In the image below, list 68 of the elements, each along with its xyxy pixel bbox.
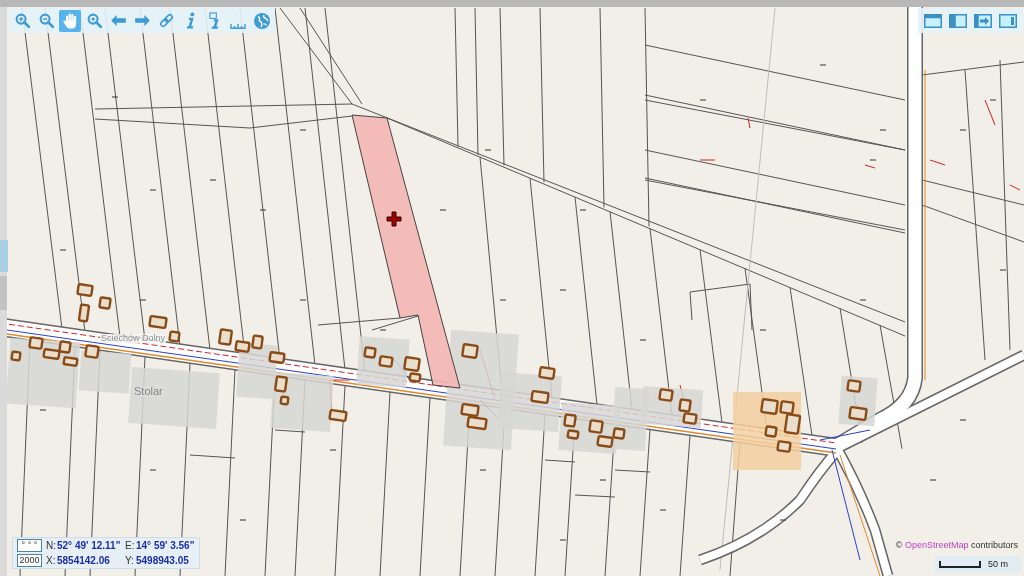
zoom-out-icon bbox=[38, 13, 54, 28]
globe-icon bbox=[254, 12, 270, 29]
scale-label: 50 m bbox=[988, 560, 1008, 569]
coordinate-format-button[interactable]: 2000 bbox=[17, 554, 42, 567]
right-panel-icon bbox=[999, 13, 1017, 28]
ruler-icon bbox=[230, 22, 246, 29]
building bbox=[58, 340, 72, 354]
building bbox=[268, 350, 286, 365]
building bbox=[596, 434, 614, 449]
info-box-icon bbox=[208, 12, 220, 29]
building bbox=[846, 379, 862, 393]
building bbox=[62, 355, 79, 368]
coordinate-axis-label: E: bbox=[125, 540, 136, 551]
building bbox=[279, 395, 290, 406]
building bbox=[84, 344, 100, 359]
building bbox=[759, 397, 780, 416]
link-icon bbox=[158, 13, 174, 28]
building bbox=[98, 296, 112, 310]
info-icon bbox=[185, 12, 195, 29]
arrow-left-icon bbox=[110, 15, 126, 26]
attribution-text: © OpenStreetMap contributors bbox=[895, 541, 1018, 550]
cross-marker-icon bbox=[386, 211, 402, 227]
building bbox=[28, 336, 44, 350]
place-label: Stolar bbox=[133, 386, 164, 397]
building bbox=[217, 328, 234, 346]
building bbox=[42, 347, 61, 361]
building bbox=[76, 282, 94, 298]
coordinate-axis-label: Y: bbox=[125, 555, 135, 566]
building bbox=[566, 429, 580, 440]
coordinate-format-button[interactable]: ° ° ° bbox=[17, 539, 42, 552]
building bbox=[658, 388, 674, 402]
building bbox=[77, 303, 91, 323]
building bbox=[682, 412, 698, 425]
building bbox=[234, 339, 251, 354]
building bbox=[764, 425, 778, 438]
zoom-in-icon bbox=[14, 13, 30, 28]
scale-bar bbox=[939, 561, 981, 568]
hand-icon bbox=[62, 12, 78, 29]
left-panel-icon bbox=[949, 13, 967, 28]
building bbox=[588, 419, 604, 434]
building bbox=[678, 398, 692, 413]
panel-handle[interactable] bbox=[0, 276, 7, 310]
arrow-right-icon bbox=[134, 15, 150, 26]
building bbox=[538, 365, 556, 381]
top-panel-icon bbox=[924, 13, 942, 28]
coordinate-value: 5854142.06 bbox=[57, 555, 111, 566]
building bbox=[848, 405, 868, 422]
building bbox=[776, 440, 792, 453]
building bbox=[466, 415, 488, 431]
coordinate-axis-label: X: bbox=[46, 555, 57, 566]
building bbox=[273, 375, 289, 393]
building bbox=[563, 413, 577, 428]
building bbox=[10, 350, 22, 362]
coordinate-value: 14° 59' 3.56" bbox=[136, 540, 195, 551]
building bbox=[251, 334, 264, 350]
place-label: Ściechów Dolny bbox=[100, 334, 167, 343]
building bbox=[461, 342, 479, 360]
building bbox=[363, 346, 377, 359]
arrow-panel-icon bbox=[974, 13, 992, 28]
building bbox=[612, 427, 626, 440]
selected-parcel[interactable] bbox=[351, 114, 461, 389]
coordinate-value: 5498943.05 bbox=[136, 555, 190, 566]
magnifier-icon bbox=[86, 13, 102, 28]
coordinate-axis-label: N: bbox=[46, 540, 57, 551]
openstreetmap-link[interactable]: OpenStreetMap bbox=[904, 540, 969, 550]
coordinate-value: 52° 49' 12.11" bbox=[57, 540, 122, 551]
pan-button[interactable] bbox=[59, 9, 81, 32]
building bbox=[378, 355, 394, 368]
